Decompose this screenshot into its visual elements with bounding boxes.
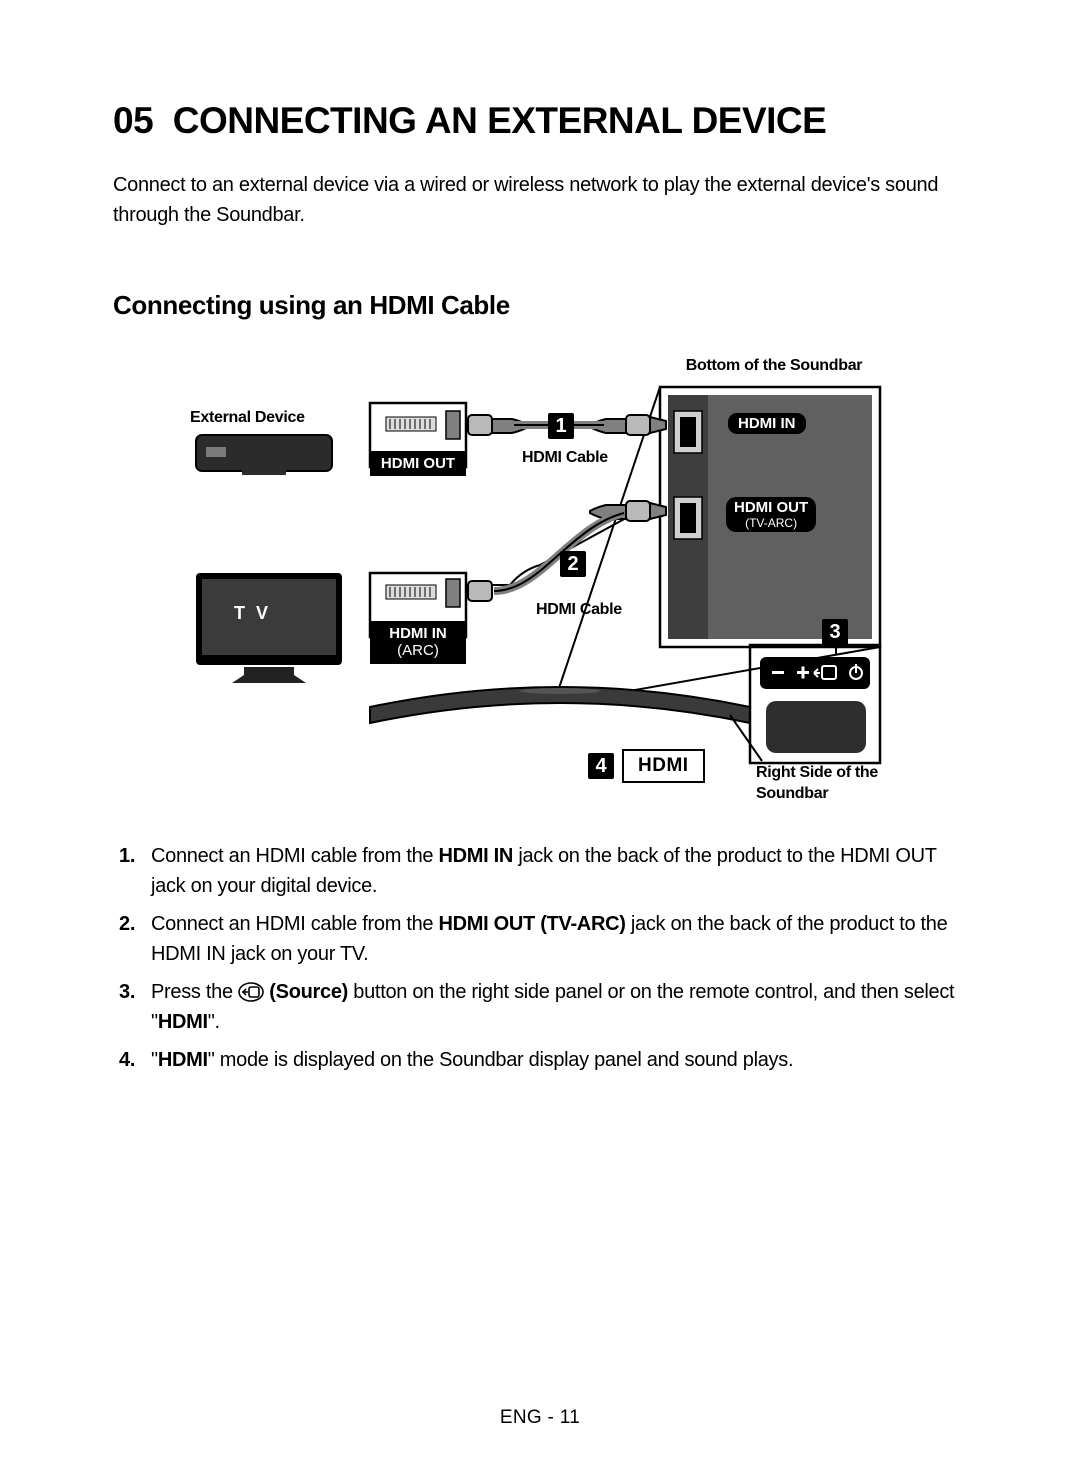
step-3: Press the (Source) button on the right s… (113, 977, 967, 1037)
badge-2: 2 (560, 551, 586, 577)
step-3-e: ". (208, 1011, 220, 1033)
label-hdmi-mode-box: HDMI (622, 749, 705, 783)
section-title-text: CONNECTING AN EXTERNAL DEVICE (173, 100, 827, 141)
source-icon (238, 981, 264, 1001)
label-right-side: Right Side of the Soundbar (756, 763, 896, 805)
step-1-b: HDMI IN (439, 845, 514, 867)
badge-1: 1 (548, 413, 574, 439)
step-4-c: " mode is displayed on the Soundbar disp… (208, 1049, 793, 1071)
label-hdmi-cable-2: HDMI Cable (536, 601, 622, 619)
label-hdmi-out-tvarc-l2: (TV-ARC) (734, 516, 808, 530)
intro-paragraph: Connect to an external device via a wire… (113, 170, 967, 230)
label-tv: T V (234, 603, 271, 624)
step-4-a: " (151, 1049, 158, 1071)
step-2: Connect an HDMI cable from the HDMI OUT … (113, 909, 967, 969)
section-number: 05 (113, 100, 153, 141)
step-4-b: HDMI (158, 1049, 208, 1071)
label-external-device: External Device (190, 409, 305, 427)
label-hdmi-in-arc: HDMI IN (ARC) (370, 621, 466, 664)
step-2-b: HDMI OUT (TV-ARC) (439, 913, 626, 935)
label-hdmi-out-tvarc: HDMI OUT (TV-ARC) (726, 497, 816, 532)
step-1-a: Connect an HDMI cable from the (151, 845, 439, 867)
step-3-a: Press the (151, 981, 238, 1003)
step-1: Connect an HDMI cable from the HDMI IN j… (113, 841, 967, 901)
label-hdmi-in-arc-l2: (ARC) (378, 642, 458, 659)
badge-3: 3 (822, 619, 848, 645)
connection-diagram: Bottom of the Soundbar External Device H… (190, 357, 890, 817)
page-footer: ENG - 11 (0, 1407, 1080, 1429)
step-2-a: Connect an HDMI cable from the (151, 913, 439, 935)
step-3-b: (Source) (264, 981, 348, 1003)
section-title: 05 CONNECTING AN EXTERNAL DEVICE (113, 100, 967, 142)
label-hdmi-in-arc-l1: HDMI IN (378, 625, 458, 642)
subheading: Connecting using an HDMI Cable (113, 290, 967, 321)
label-hdmi-in-pill: HDMI IN (728, 413, 806, 434)
label-hdmi-out-tvarc-l1: HDMI OUT (734, 499, 808, 516)
label-right-side-l1: Right Side of the (756, 764, 878, 781)
step-4: "HDMI" mode is displayed on the Soundbar… (113, 1045, 967, 1075)
label-right-side-l2: Soundbar (756, 785, 828, 802)
label-bottom-of-soundbar: Bottom of the Soundbar (674, 357, 874, 375)
label-hdmi-cable-1: HDMI Cable (522, 449, 608, 467)
step-3-d: HDMI (158, 1011, 208, 1033)
steps-list: Connect an HDMI cable from the HDMI IN j… (113, 841, 967, 1075)
badge-4: 4 (588, 753, 614, 779)
label-hdmi-out: HDMI OUT (370, 451, 466, 476)
